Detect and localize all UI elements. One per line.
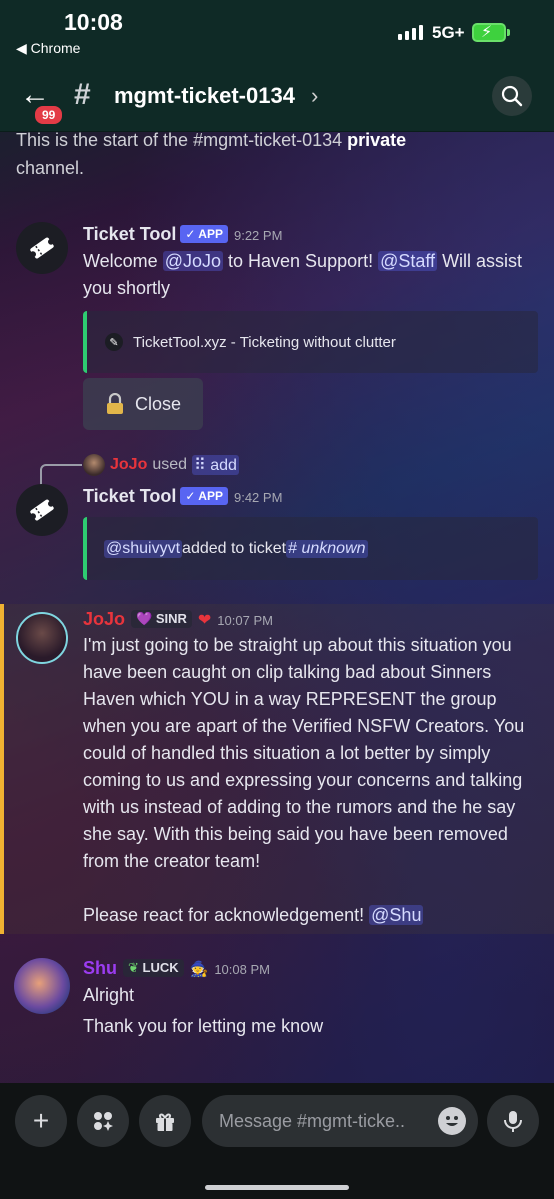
channel-hash-icon: # [74, 78, 91, 111]
gift-icon [156, 1113, 174, 1131]
close-ticket-button[interactable]: Close [83, 378, 203, 430]
timestamp: 10:08 PM [214, 962, 270, 977]
ticket-small-icon: ✎ [105, 333, 123, 351]
reply-user: JoJo [110, 456, 148, 473]
network-type: 5G+ [432, 23, 465, 42]
back-to-app-link[interactable]: ◀ Chrome [16, 40, 80, 57]
mention-jojo[interactable]: @JoJo [162, 251, 223, 271]
home-indicator[interactable] [205, 1185, 349, 1190]
mention-shu[interactable]: @Shu [369, 905, 424, 925]
emoji-icon[interactable] [438, 1107, 466, 1135]
command-reply-line[interactable]: JoJo used ⠿ add [83, 454, 239, 476]
status-bar: 10:08 ◀ Chrome 5G+ ⚡ [0, 0, 554, 62]
message-text: Thank you for letting me know [83, 1016, 324, 1036]
channel-title[interactable]: mgmt-ticket-0134 [114, 83, 295, 109]
message-composer: + Message #mgmt-ticke.. [0, 1083, 554, 1199]
voice-message-button[interactable] [487, 1095, 539, 1147]
app-badge: ✓ APP [180, 487, 228, 505]
clock: 10:08 [64, 9, 123, 35]
author-name[interactable]: Ticket Tool [83, 486, 176, 506]
apps-button[interactable] [77, 1095, 129, 1147]
jojo-avatar[interactable] [16, 612, 68, 664]
embed-title: TicketTool.xyz - Ticketing without clutt… [133, 333, 396, 351]
channel-start-text: This is the start of the #mgmt-ticket-01… [16, 130, 407, 178]
plus-icon: + [32, 1105, 50, 1136]
devil-icon: ❤ [197, 612, 212, 629]
channel-mention[interactable]: # unknown [286, 539, 368, 558]
signal-icon [398, 24, 423, 40]
search-icon [501, 85, 523, 107]
witch-icon: 🧙 [189, 961, 209, 978]
message-text: Alright [83, 985, 135, 1005]
timestamp: 10:07 PM [217, 613, 273, 628]
app-badge: ✓ APP [180, 225, 228, 243]
jojo-mini-avatar [83, 454, 105, 476]
author-name[interactable]: Shu [83, 958, 117, 978]
emoji-face [446, 1116, 458, 1126]
search-button[interactable] [492, 76, 532, 116]
role-tag: ❦ LUCK [123, 959, 184, 977]
timestamp: 9:42 PM [233, 490, 283, 505]
author-name[interactable]: JoJo [83, 609, 125, 629]
heart-icon: 💜 [136, 611, 153, 626]
gift-button[interactable] [139, 1095, 191, 1147]
link-embed[interactable]: ✎ TicketTool.xyz - Ticketing without clu… [83, 311, 538, 373]
ticket-icon [29, 499, 55, 521]
ticket-tool-avatar[interactable] [16, 484, 68, 536]
timestamp: 9:22 PM [233, 228, 283, 243]
apps-icon [94, 1112, 113, 1131]
charging-icon: ⚡ [481, 24, 493, 41]
chevron-right-icon[interactable]: › [311, 83, 318, 109]
reply-connector [40, 464, 82, 486]
system-embed: @shuivyvt added to ticket # unknown [83, 517, 538, 580]
battery-tip [507, 29, 510, 36]
mention-staff[interactable]: @Staff [378, 251, 438, 271]
message-text: I'm just going to be straight up about t… [83, 635, 525, 871]
message-input[interactable]: Message #mgmt-ticke.. [202, 1095, 478, 1147]
ticket-icon [29, 237, 55, 259]
slash-command[interactable]: ⠿ add [192, 455, 239, 475]
role-tag: 💜 SINR [131, 610, 192, 628]
microphone-icon [504, 1111, 522, 1132]
author-name[interactable]: Ticket Tool [83, 224, 176, 244]
add-attachment-button[interactable]: + [15, 1095, 67, 1147]
shu-avatar[interactable] [14, 958, 70, 1014]
message-text: Welcome @JoJo to Haven Support! @Staff W… [83, 251, 523, 298]
message-text-2: Please react for acknowledgement! @Shu [83, 905, 424, 925]
channel-header: ← 99 # mgmt-ticket-0134 › [0, 62, 554, 132]
ticket-tool-avatar[interactable] [16, 222, 68, 274]
mention-shuivyvt[interactable]: @shuivyvt [104, 539, 183, 558]
command-icon: ⠿ [194, 457, 206, 474]
lock-icon [106, 393, 123, 414]
leaf-icon: ❦ [128, 960, 139, 975]
unread-badge: 99 [33, 104, 65, 126]
